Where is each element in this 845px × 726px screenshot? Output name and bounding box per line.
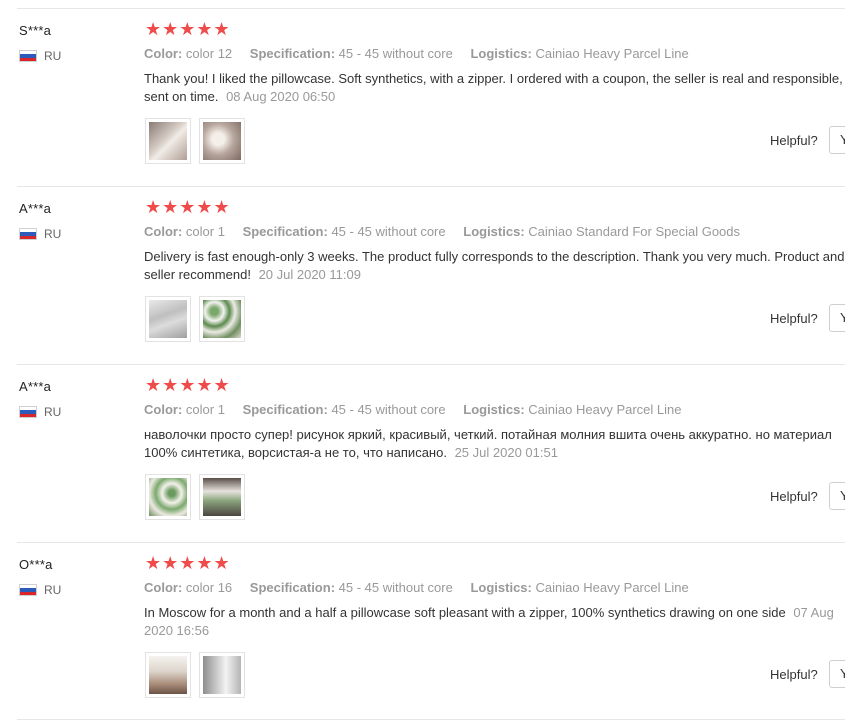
logistics-label: Logistics: (463, 224, 525, 239)
helpful-yes-button[interactable]: Y (829, 304, 845, 332)
logistics-label: Logistics: (470, 580, 532, 595)
review-item: O***a RU ★★★★★ Color: color 16 Specifica… (0, 542, 845, 720)
reviewer-name: A***a (19, 379, 52, 394)
country-code: RU (44, 49, 62, 63)
review-photo-thumbnail[interactable] (145, 296, 191, 342)
photo-image (149, 122, 187, 160)
review-photo-thumbnail[interactable] (145, 652, 191, 698)
specification-label: Specification: (249, 580, 336, 595)
review-text-block: наволочки просто супер! рисунок яркий, к… (144, 426, 845, 462)
photo-image (203, 656, 241, 694)
review-item: A***a RU ★★★★★ Color: color 1 Specificat… (0, 186, 845, 364)
helpful-yes-button[interactable]: Y (829, 482, 845, 510)
helpful-label: Helpful? (770, 489, 818, 504)
star-rating: ★★★★★ (145, 19, 231, 39)
photo-image (203, 122, 241, 160)
color-value: color 1 (185, 224, 225, 239)
color-label: Color: (144, 402, 183, 417)
review-text: Delivery is fast enough-only 3 weeks. Th… (144, 249, 845, 282)
review-photos (145, 474, 253, 520)
review-photo-thumbnail[interactable] (145, 474, 191, 520)
logistics-value: Cainiao Heavy Parcel Line (528, 402, 682, 417)
country-code: RU (44, 583, 62, 597)
review-photo-thumbnail[interactable] (199, 296, 245, 342)
divider (17, 8, 845, 9)
review-photos (145, 118, 253, 164)
russia-flag-icon (19, 50, 37, 62)
divider (17, 186, 845, 187)
review-text: In Moscow for a month and a half a pillo… (144, 605, 786, 620)
reviewer-country: RU (19, 405, 61, 419)
order-info: Color: color 12 Specification: 45 - 45 w… (144, 46, 703, 61)
russia-flag-icon (19, 228, 37, 240)
specification-label: Specification: (249, 46, 336, 61)
reviewer-country: RU (19, 49, 61, 63)
specification-value: 45 - 45 without core (331, 224, 446, 239)
review-photo-thumbnail[interactable] (199, 474, 245, 520)
logistics-label: Logistics: (463, 402, 525, 417)
photo-image (149, 300, 187, 338)
reviewer-name: O***a (19, 557, 53, 572)
specification-value: 45 - 45 without core (331, 402, 446, 417)
review-text-block: Delivery is fast enough-only 3 weeks. Th… (144, 248, 845, 284)
photo-image (149, 478, 187, 516)
review-photo-thumbnail[interactable] (199, 652, 245, 698)
color-value: color 1 (185, 402, 225, 417)
star-rating: ★★★★★ (145, 553, 231, 573)
photo-image (203, 300, 241, 338)
color-label: Color: (144, 580, 183, 595)
review-item: A***a RU ★★★★★ Color: color 1 Specificat… (0, 364, 845, 542)
helpful-label: Helpful? (770, 311, 818, 326)
logistics-value: Cainiao Heavy Parcel Line (535, 580, 689, 595)
color-label: Color: (144, 224, 183, 239)
specification-label: Specification: (242, 402, 328, 417)
logistics-value: Cainiao Standard For Special Goods (528, 224, 741, 239)
helpful-label: Helpful? (770, 667, 818, 682)
color-value: color 16 (185, 580, 233, 595)
photo-image (149, 656, 187, 694)
country-code: RU (44, 405, 62, 419)
review-date: 08 Aug 2020 06:50 (226, 89, 336, 104)
divider (17, 542, 845, 543)
order-info: Color: color 1 Specification: 45 - 45 wi… (144, 402, 695, 417)
order-info: Color: color 16 Specification: 45 - 45 w… (144, 580, 703, 595)
reviewer-name: A***a (19, 201, 52, 216)
star-rating: ★★★★★ (145, 197, 231, 217)
review-photos (145, 296, 253, 342)
review-date: 25 Jul 2020 01:51 (454, 445, 558, 460)
photo-image (203, 478, 241, 516)
logistics-value: Cainiao Heavy Parcel Line (535, 46, 689, 61)
review-photo-thumbnail[interactable] (199, 118, 245, 164)
star-rating: ★★★★★ (145, 375, 231, 395)
specification-value: 45 - 45 without core (338, 46, 453, 61)
logistics-label: Logistics: (470, 46, 532, 61)
divider (17, 364, 845, 365)
country-code: RU (44, 227, 62, 241)
reviewer-country: RU (19, 227, 61, 241)
review-photo-thumbnail[interactable] (145, 118, 191, 164)
russia-flag-icon (19, 584, 37, 596)
color-label: Color: (144, 46, 183, 61)
order-info: Color: color 1 Specification: 45 - 45 wi… (144, 224, 754, 239)
specification-label: Specification: (242, 224, 328, 239)
review-text-block: In Moscow for a month and a half a pillo… (144, 604, 834, 640)
color-value: color 12 (185, 46, 233, 61)
review-date: 20 Jul 2020 11:09 (258, 267, 361, 282)
review-item: S***a RU ★★★★★ Color: color 12 Specifica… (0, 8, 845, 186)
specification-value: 45 - 45 without core (338, 580, 453, 595)
reviewer-country: RU (19, 583, 61, 597)
review-photos (145, 652, 253, 698)
review-text-block: Thank you! I liked the pillowcase. Soft … (144, 70, 845, 106)
helpful-yes-button[interactable]: Y (829, 660, 845, 688)
divider (17, 719, 845, 720)
review-list-end (0, 719, 845, 726)
helpful-yes-button[interactable]: Y (829, 126, 845, 154)
helpful-label: Helpful? (770, 133, 818, 148)
russia-flag-icon (19, 406, 37, 418)
reviewer-name: S***a (19, 23, 52, 38)
